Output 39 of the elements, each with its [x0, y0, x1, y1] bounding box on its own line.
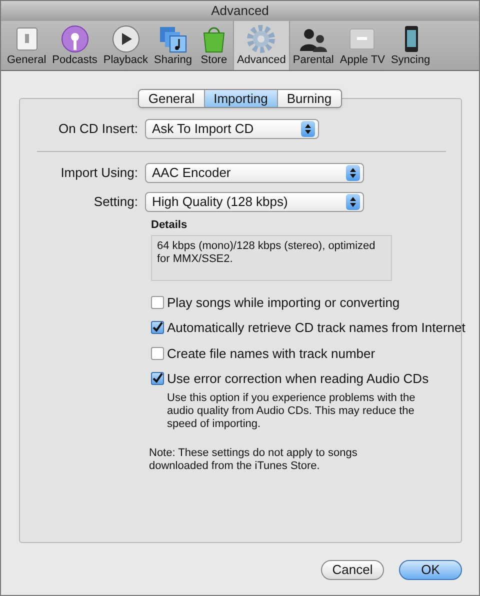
toolbar-item[interactable]: General	[4, 21, 50, 70]
toolbar-item[interactable]: Playback	[100, 21, 152, 70]
checkbox[interactable]	[151, 296, 164, 309]
option-description: Use this option if you experience problems with the audio quality from Audio CDs. This may reduce the speed of importing.	[167, 392, 416, 430]
stepper-arrows-icon	[346, 194, 360, 210]
tab[interactable]: General	[139, 90, 204, 107]
checkbox-label[interactable]: Automatically retrieve CD track names from Internet	[167, 318, 466, 338]
cancel-button[interactable]: Cancel	[321, 560, 384, 580]
play-icon	[110, 24, 142, 54]
toolbar-item[interactable]: Store	[194, 21, 233, 70]
toolbar-item[interactable]: Apple TV	[336, 21, 388, 70]
toolbar-item[interactable]: Sharing	[151, 21, 195, 70]
ok-button[interactable]: OK	[399, 560, 462, 580]
toolbar-item[interactable]: Syncing	[388, 21, 434, 70]
dropdown[interactable]: High Quality (128 kbps)	[145, 192, 364, 212]
window-title: Advanced	[1, 1, 479, 21]
field-label: Import Using:	[60, 164, 139, 182]
note-text: Note: These settings do not apply to songs downloaded from the iTunes Store.	[149, 446, 358, 472]
checkbox[interactable]	[151, 372, 164, 386]
toolbar-item[interactable]: Advanced	[232, 21, 290, 70]
checkbox[interactable]	[151, 321, 164, 334]
stepper-arrows-icon	[346, 165, 360, 181]
field-label: Setting:	[92, 193, 139, 212]
checkbox-label[interactable]: Play songs while importing or converting	[167, 292, 400, 312]
checkbox[interactable]	[151, 346, 164, 360]
details-label: Details	[151, 218, 188, 233]
field-label: On CD Insert:	[58, 120, 139, 138]
checkbox-label[interactable]: Use error correction when reading Audio CDs	[167, 369, 429, 388]
dropdown[interactable]: AAC Encoder	[145, 163, 364, 183]
stepper-arrows-icon	[301, 121, 315, 137]
dropdown[interactable]: Ask To Import CD	[145, 119, 319, 139]
tab[interactable]: Burning	[276, 90, 341, 107]
details-text: 64 kbps (mono)/128 kbps (stereo), optimized for MMX/SSE2.	[151, 234, 392, 280]
toolbar-item[interactable]: Podcasts	[49, 21, 100, 70]
tab[interactable]: Importing	[204, 90, 277, 107]
microphone-icon	[58, 24, 91, 54]
checkbox-label[interactable]: Create file names with track number	[167, 344, 376, 363]
settings-icon	[245, 24, 278, 54]
toolbar-item[interactable]: Parental	[290, 21, 337, 70]
